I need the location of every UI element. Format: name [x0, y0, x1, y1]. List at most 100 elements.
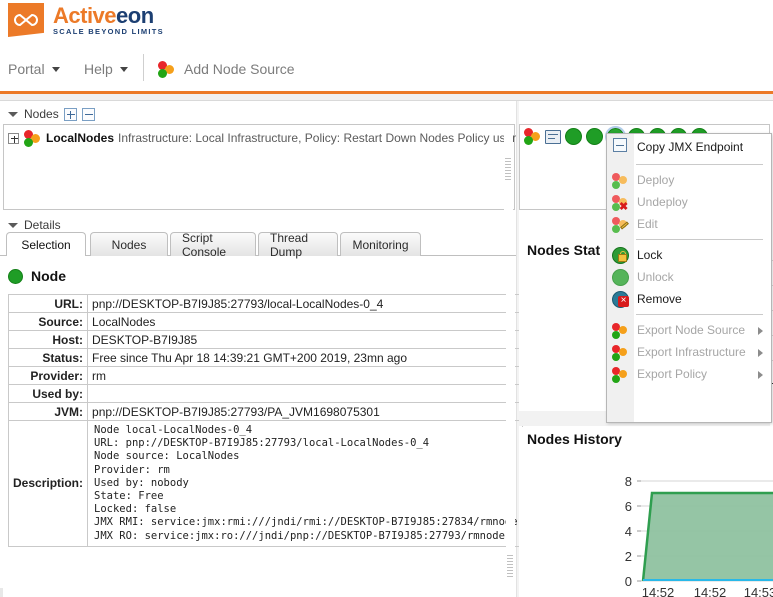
table-row-description: Description: Node local-LocalNodes-0_4 U… [7, 420, 523, 547]
menu-help-label: Help [84, 61, 113, 77]
menu-item-export-policy[interactable]: Export Policy [607, 363, 771, 385]
infinity-icon [8, 3, 44, 37]
description-value: Node local-LocalNodes-0_4 URL: pnp://DES… [94, 424, 518, 542]
menubar-divider [143, 54, 144, 81]
menu-separator [636, 164, 763, 165]
collapse-all-icon[interactable] [81, 107, 95, 121]
field-key: Provider: [7, 366, 89, 385]
selection-properties-table: URL: pnp://DESKTOP-B7I9J85:27793/local-L… [7, 294, 523, 547]
table-row: Host: DESKTOP-B7I9J85 [7, 330, 523, 349]
svg-text:14:53: 14:53 [744, 585, 773, 597]
menu-item-remove[interactable]: Remove [607, 288, 771, 310]
menu-item-edit[interactable]: Edit [607, 213, 771, 235]
expand-all-icon[interactable] [63, 107, 77, 121]
description-key: Description: [7, 420, 89, 547]
chevron-down-icon[interactable] [6, 219, 19, 232]
tab-script-console[interactable]: Script Console [170, 231, 256, 259]
node-free-icon[interactable] [565, 128, 582, 145]
node-source-name: LocalNodes [46, 131, 115, 145]
menu-item-export-node-source[interactable]: Export Node Source [607, 319, 771, 341]
field-key: URL: [7, 294, 89, 313]
details-panel: Selection Nodes Script Console Thread Du… [0, 230, 523, 597]
node-free-icon [8, 268, 23, 284]
menu-item-label: Remove [637, 292, 682, 306]
add-node-source-button[interactable]: Add Node Source [158, 57, 295, 81]
expander-plus-icon[interactable] [8, 132, 19, 144]
menu-item-copy-jmx-endpoint[interactable]: Copy JMX Endpoint [607, 134, 771, 160]
tab-monitoring-label: Monitoring [352, 237, 409, 252]
field-key: Status: [7, 348, 89, 367]
selection-heading: Node [8, 268, 66, 284]
undeploy-icon: ✖ [612, 194, 629, 213]
export-infrastructure-icon [612, 344, 629, 361]
unlock-icon [612, 269, 629, 286]
main-menubar: Portal Help Add Node Source [0, 45, 773, 92]
field-value: rm [87, 366, 523, 385]
menu-item-label: Copy JMX Endpoint [637, 140, 744, 154]
tab-selection[interactable]: Selection [6, 232, 86, 257]
submenu-arrow-icon [758, 371, 763, 379]
remove-icon [612, 291, 629, 308]
field-value: Free since Thu Apr 18 14:39:21 GMT+200 2… [87, 348, 523, 367]
field-key: Used by: [7, 384, 89, 403]
host-monitor-icon[interactable] [545, 129, 561, 144]
table-row: Provider: rm [7, 366, 523, 385]
menu-portal[interactable]: Portal [8, 57, 60, 81]
menu-item-unlock[interactable]: Unlock [607, 266, 771, 288]
menu-separator [636, 239, 763, 240]
tab-thread-dump-label: Thread Dump [270, 230, 309, 259]
tree-row[interactable]: LocalNodes Infrastructure: Local Infrast… [8, 129, 542, 147]
table-row: Source: LocalNodes [7, 312, 523, 331]
chevron-down-icon [119, 66, 128, 72]
menu-item-label: Export Infrastructure [637, 345, 746, 359]
svg-text:0: 0 [625, 574, 632, 589]
nodes-section-header[interactable]: Nodes [6, 104, 95, 124]
table-row: JVM: pnp://DESKTOP-B7I9J85:27793/PA_JVM1… [7, 402, 523, 421]
details-section-title: Details [24, 218, 61, 232]
add-node-source-label: Add Node Source [184, 61, 295, 77]
menu-item-label: Undeploy [637, 195, 688, 209]
menu-separator [636, 314, 763, 315]
lock-icon [612, 247, 629, 264]
field-key: Source: [7, 312, 89, 331]
logo-name-part1: Active [53, 2, 117, 28]
menu-help[interactable]: Help [84, 57, 128, 81]
tab-thread-dump[interactable]: Thread Dump [258, 230, 338, 259]
nodes-tree-panel: LocalNodes Infrastructure: Local Infrast… [3, 124, 542, 210]
node-free-icon[interactable] [586, 128, 603, 145]
export-node-source-icon [612, 322, 629, 339]
node-source-icon[interactable] [524, 128, 541, 145]
menu-item-undeploy[interactable]: ✖ Undeploy [607, 191, 771, 213]
menu-item-lock[interactable]: Lock [607, 244, 771, 266]
node-source-icon [24, 129, 41, 147]
svg-text:6: 6 [625, 499, 632, 514]
menu-item-label: Unlock [637, 270, 674, 284]
tree-scrollbar[interactable] [504, 126, 513, 210]
tab-nodes[interactable]: Nodes [90, 232, 168, 256]
field-value: pnp://DESKTOP-B7I9J85:27793/local-LocalN… [87, 294, 523, 313]
svg-text:8: 8 [625, 474, 632, 489]
submenu-arrow-icon [758, 327, 763, 335]
tab-monitoring[interactable]: Monitoring [340, 232, 421, 256]
field-value [87, 384, 523, 403]
chevron-down-icon[interactable] [6, 108, 19, 121]
nodes-state-title: Nodes Stat [527, 242, 601, 258]
description-cell: Node local-LocalNodes-0_4 URL: pnp://DES… [87, 420, 523, 547]
field-value: DESKTOP-B7I9J85 [87, 330, 523, 349]
table-row: Status: Free since Thu Apr 18 14:39:21 G… [7, 348, 523, 367]
nodes-history-title: Nodes History [527, 431, 622, 447]
submenu-arrow-icon [758, 349, 763, 357]
svg-text:14:52: 14:52 [694, 585, 727, 597]
menu-item-deploy[interactable]: Deploy [607, 169, 771, 191]
field-value: LocalNodes [87, 312, 523, 331]
table-row: URL: pnp://DESKTOP-B7I9J85:27793/local-L… [7, 294, 523, 313]
details-scrollbar[interactable] [506, 260, 515, 590]
svg-text:14:52: 14:52 [642, 585, 675, 597]
node-source-icon [158, 60, 175, 78]
nodes-history-chart: 8 6 4 2 0 14:52 14:52 14:53 [519, 455, 773, 597]
node-source-description: Infrastructure: Local Infrastructure, Po… [118, 131, 543, 145]
edit-icon [612, 216, 629, 233]
logo-tagline: SCALE BEYOND LIMITS [53, 26, 164, 36]
menu-item-export-infrastructure[interactable]: Export Infrastructure [607, 341, 771, 363]
menu-item-label: Export Node Source [637, 323, 746, 337]
